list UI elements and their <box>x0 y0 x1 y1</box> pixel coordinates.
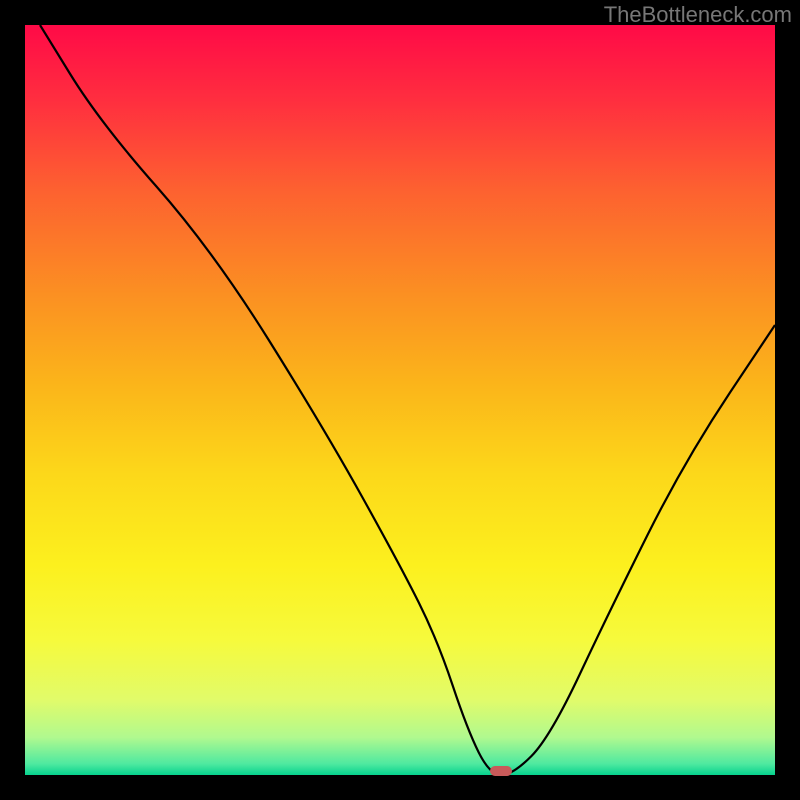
watermark-text: TheBottleneck.com <box>604 2 792 28</box>
bottleneck-curve <box>40 25 775 775</box>
curve-layer <box>25 25 775 775</box>
chart-container: TheBottleneck.com <box>0 0 800 800</box>
optimal-marker <box>490 766 512 776</box>
plot-area <box>25 25 775 775</box>
